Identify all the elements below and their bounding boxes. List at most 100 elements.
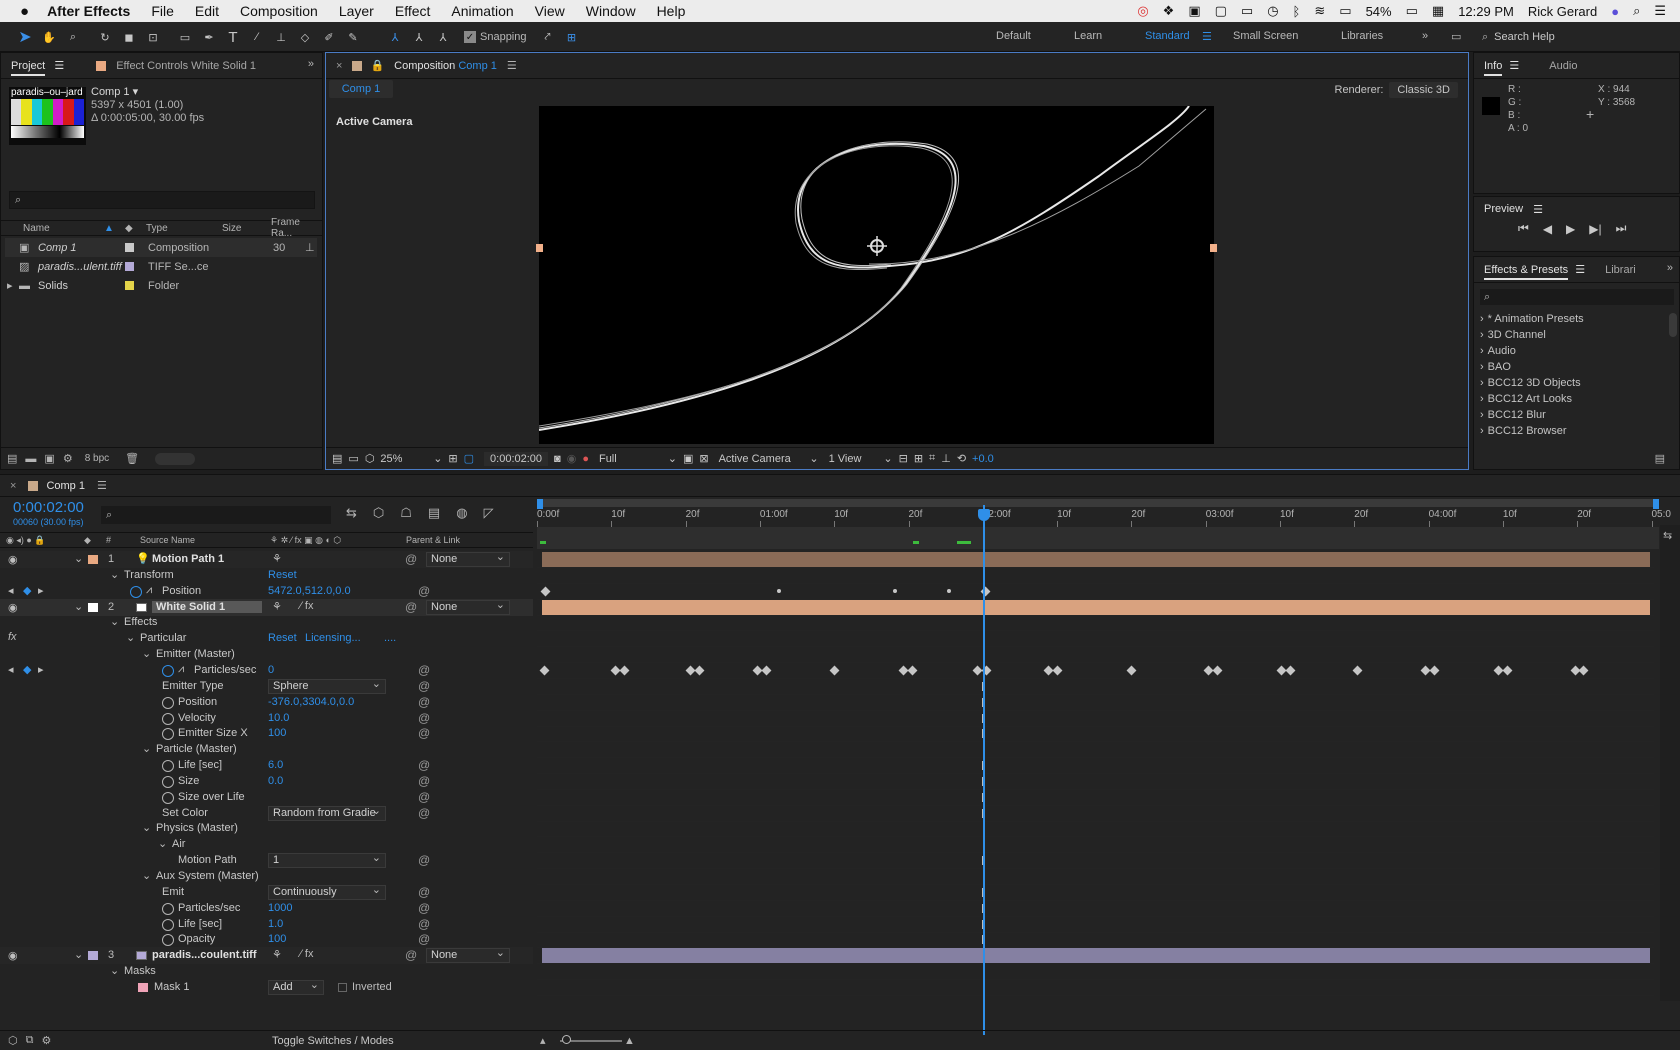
project-flowchart-toggle[interactable] — [155, 452, 196, 465]
selection-tool-icon[interactable]: ➤ — [14, 26, 36, 48]
effects-category[interactable]: › BCC12 Blur — [1480, 409, 1666, 425]
graph-editor-icon[interactable]: ◸ — [484, 505, 494, 521]
display-icon[interactable]: ▭ — [1241, 3, 1253, 19]
menu-window[interactable]: Window — [586, 3, 636, 19]
property-row[interactable]: Particles/sec 1000 @ — [0, 900, 533, 917]
add-keyframe-icon[interactable]: ◆ — [23, 584, 31, 597]
camera-dropdown[interactable]: Active Camera ⌄ — [719, 452, 819, 466]
property-row[interactable]: Size 0.0 @ — [0, 773, 533, 790]
property-value[interactable]: 10.0 — [268, 712, 289, 724]
property-dropdown[interactable]: Random from Gradie — [268, 804, 386, 821]
last-frame-icon[interactable]: ⏭ — [1616, 221, 1627, 236]
apple-icon[interactable]: ● — [20, 3, 29, 20]
tab-info[interactable]: Info ☰ — [1474, 59, 1529, 76]
user-avatar-icon[interactable]: ● — [1611, 4, 1619, 19]
layer-duration-bar[interactable] — [542, 552, 1650, 567]
preview-title[interactable]: Preview — [1484, 203, 1523, 215]
workspace-menu-icon[interactable]: ☰ — [1202, 30, 1212, 43]
label-column-icon[interactable]: ◆ — [84, 535, 91, 546]
track-row[interactable] — [537, 583, 1654, 600]
track-row[interactable] — [537, 868, 1654, 885]
app-name-menu[interactable]: After Effects — [47, 3, 130, 19]
expression-pickwhip-icon[interactable]: @ — [418, 806, 430, 820]
inverted-checkbox[interactable] — [338, 982, 347, 992]
comp-viewer[interactable] — [539, 106, 1214, 444]
timeline-icon[interactable]: ⌗ — [929, 452, 935, 465]
track-row[interactable] — [537, 773, 1654, 790]
expand-chevron-icon[interactable]: ⌄ — [110, 964, 119, 977]
property-value[interactable]: 0 — [268, 664, 274, 676]
camera-tool-icon[interactable]: ◼ — [118, 26, 140, 48]
mask-color-swatch[interactable] — [138, 982, 148, 992]
property-value[interactable]: 5472.0,512.0,0.0 — [268, 585, 351, 597]
stopwatch-icon[interactable] — [162, 934, 174, 947]
keyframe[interactable] — [893, 588, 897, 593]
effects-search-input[interactable]: ⌕ — [1480, 289, 1674, 305]
battery-percent[interactable]: 54% — [1366, 4, 1392, 19]
tab-composition[interactable]: Composition Comp 1 — [394, 60, 497, 72]
property-row[interactable]: Life [sec] 1.0 @ — [0, 916, 533, 933]
quality-switch-icon[interactable]: ⁄ fx — [300, 600, 313, 612]
comp-panel-menu-icon[interactable]: ☰ — [507, 59, 517, 72]
label-column-icon[interactable]: ◆ — [125, 223, 133, 234]
av-features-icons[interactable]: ◉ ◂) ● 🔒 — [6, 535, 46, 546]
stopwatch-icon[interactable] — [162, 760, 174, 773]
bit-depth-label[interactable]: 8 bpc — [85, 453, 109, 464]
project-item[interactable]: ▸ ▬ Solids Folder — [5, 276, 317, 295]
stopwatch-icon[interactable] — [162, 712, 174, 725]
tab-audio[interactable]: Audio — [1539, 60, 1587, 72]
eraser-tool-icon[interactable]: ◇ — [294, 26, 316, 48]
prev-keyframe-icon[interactable]: ◂ — [8, 663, 14, 676]
property-row[interactable]: Life [sec] 6.0 @ — [0, 757, 533, 774]
dropbox-icon[interactable]: ❖ — [1163, 3, 1175, 19]
expression-pickwhip-icon[interactable]: @ — [418, 584, 430, 598]
layer-name[interactable]: paradis...coulent.tiff — [152, 949, 257, 961]
track-row[interactable] — [537, 630, 1654, 648]
toggle-switches-modes[interactable]: Toggle Switches / Modes — [272, 1035, 394, 1047]
layer-label-swatch[interactable] — [88, 555, 98, 564]
pen-tool-icon[interactable]: ✒ — [198, 26, 220, 48]
property-value[interactable]: 100 — [268, 933, 286, 945]
next-keyframe-icon[interactable]: ▸ — [38, 584, 44, 597]
local-axis-icon[interactable]: ⅄ — [384, 26, 406, 48]
layer-handle-right[interactable] — [1210, 244, 1217, 252]
property-value[interactable]: Reset — [268, 569, 297, 581]
flowchart-icon[interactable]: ⊥ — [305, 241, 315, 254]
monitor-icon[interactable]: ▭ — [348, 452, 358, 465]
menu-animation[interactable]: Animation — [451, 3, 513, 19]
view-axis-icon[interactable]: ⅄ — [432, 26, 454, 48]
color-channels-icon[interactable]: ● — [582, 453, 589, 465]
property-group-row[interactable]: ⌄ Aux System (Master) — [0, 868, 533, 885]
menu-file[interactable]: File — [151, 3, 174, 19]
draft-3d-icon[interactable]: ⬡ — [373, 505, 384, 521]
effects-scrollbar[interactable] — [1669, 313, 1677, 337]
keyframe[interactable] — [1429, 665, 1440, 676]
track-row[interactable] — [537, 979, 1654, 996]
expand-chevron-icon[interactable]: ⌄ — [110, 615, 119, 628]
creative-cloud-icon[interactable]: ◎ — [1137, 3, 1148, 19]
expression-pickwhip-icon[interactable]: @ — [418, 726, 430, 740]
project-item[interactable]: ▣ Comp 1 Composition 30 ⊥ — [5, 238, 317, 257]
layer-name[interactable]: Motion Path 1 — [152, 553, 224, 565]
layer-duration-bar[interactable] — [542, 599, 1650, 615]
col-fps[interactable]: Frame Ra... — [271, 217, 322, 239]
keyframe[interactable] — [540, 586, 551, 597]
property-value[interactable]: -376.0,3304.0,0.0 — [268, 696, 354, 708]
expression-pickwhip-icon[interactable]: @ — [418, 885, 430, 899]
property-row[interactable]: Emit Continuously @ — [0, 883, 533, 901]
menu-edit[interactable]: Edit — [195, 3, 219, 19]
property-row[interactable]: ◂ ◆ ▸ ⩘ Particles/sec 0 @ — [0, 662, 533, 679]
rotate-tool-icon[interactable]: ↻ — [94, 26, 116, 48]
stopwatch-icon[interactable] — [162, 918, 174, 931]
zoom-in-icon[interactable]: ▲ — [624, 1035, 635, 1047]
rectangle-tool-icon[interactable]: ▭ — [174, 26, 196, 48]
timeline-search-input[interactable]: ⌕ — [101, 506, 331, 524]
snap-edge-icon[interactable]: ⤤ — [537, 26, 559, 48]
expand-chevron-icon[interactable]: ⌄ — [110, 568, 119, 581]
folder-expand-icon[interactable]: ▸ — [7, 279, 13, 292]
property-dropdown[interactable]: Continuously — [268, 883, 386, 900]
expression-pickwhip-icon[interactable]: @ — [418, 932, 430, 946]
reset-exposure-icon[interactable]: ⟲ — [957, 452, 966, 465]
current-time-indicator[interactable] — [983, 505, 985, 1035]
expression-pickwhip-icon[interactable]: @ — [418, 790, 430, 804]
